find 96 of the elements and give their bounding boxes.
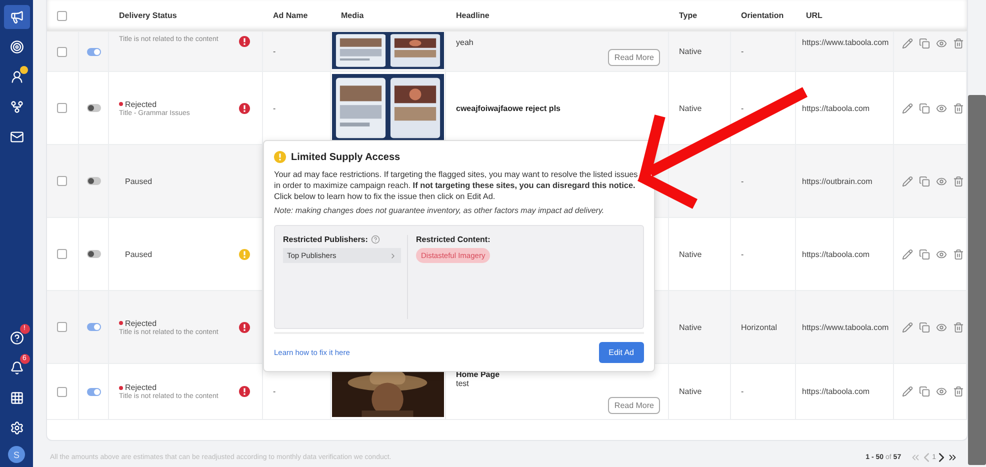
select-all-checkbox[interactable] <box>57 10 67 20</box>
eye-icon[interactable] <box>936 386 947 397</box>
copy-icon[interactable] <box>919 322 930 332</box>
copy-icon[interactable] <box>919 386 930 397</box>
status-text: Rejected <box>119 318 239 328</box>
eye-icon[interactable] <box>936 102 947 114</box>
table-cell-text: - <box>272 47 276 56</box>
copy-icon[interactable] <box>919 102 930 114</box>
popover-note: Note: making changes does not guarantee inventory, as other factors may impact ad delivery. <box>274 206 606 216</box>
edit-icon[interactable] <box>902 176 913 186</box>
headline-text: Home Page <box>456 370 501 379</box>
table-cell-text: Native <box>678 322 702 332</box>
mail-icon[interactable] <box>10 130 24 144</box>
trash-icon[interactable] <box>953 38 964 49</box>
row-checkbox[interactable] <box>57 46 67 56</box>
toggle-switch[interactable] <box>87 388 101 396</box>
warning-icon <box>274 151 286 163</box>
grid-icon[interactable] <box>10 391 24 405</box>
copy-icon[interactable] <box>919 248 930 260</box>
table-cell-text: - <box>740 250 744 258</box>
table-cell-text: Native <box>678 250 702 258</box>
toggle-switch[interactable] <box>87 177 101 185</box>
user-icon[interactable] <box>10 70 24 84</box>
read-more-button[interactable]: Read More <box>608 397 660 414</box>
user-avatar[interactable]: S <box>8 446 25 463</box>
headline-text: cweajfoiwajfaowe reject pls <box>456 104 562 113</box>
trash-icon[interactable] <box>953 322 964 332</box>
url-text: https://taboola.com <box>801 387 870 396</box>
branch-icon[interactable] <box>10 100 24 114</box>
eye-icon[interactable] <box>936 322 947 332</box>
trash-icon[interactable] <box>953 102 964 114</box>
read-more-button[interactable]: Read More <box>608 49 660 66</box>
copy-icon[interactable] <box>919 38 930 49</box>
popover-title: Limited Supply Access <box>291 152 400 162</box>
target-icon[interactable] <box>10 40 24 54</box>
url-text: https://taboola.com <box>801 250 870 258</box>
table-cell-text: - <box>272 104 276 112</box>
column-header: Delivery Status <box>118 11 178 20</box>
url-text: https://outbrain.com <box>801 176 872 186</box>
url-text: https://www.taboola.com <box>801 38 889 47</box>
sidebar-button[interactable] <box>4 5 30 29</box>
content-label: Restricted Content: <box>416 235 490 244</box>
next-page-button[interactable] <box>939 452 944 462</box>
status-text: Paused <box>124 250 154 258</box>
last-page-button[interactable] <box>947 452 958 462</box>
column-header: URL <box>805 11 824 20</box>
table-cell-text: Native <box>678 47 702 56</box>
description-text: test <box>456 379 470 388</box>
settings-icon[interactable] <box>10 421 24 435</box>
scrollbar-thumb[interactable] <box>968 95 986 465</box>
eye-icon[interactable] <box>936 176 947 186</box>
edit-icon[interactable] <box>902 102 913 114</box>
copy-icon[interactable] <box>919 176 930 186</box>
table-cell-text: - <box>740 387 744 396</box>
table-cell-text: - <box>740 104 744 112</box>
megaphone-icon[interactable] <box>10 10 24 24</box>
edit-ad-button[interactable]: Edit Ad <box>598 342 644 363</box>
column-header: Headline <box>455 11 490 20</box>
eye-icon[interactable] <box>936 38 947 49</box>
row-checkbox[interactable] <box>57 103 67 113</box>
table-cell-text: Native <box>678 104 702 112</box>
table-cell-text: - <box>272 387 276 396</box>
status-text: Rejected <box>119 100 239 108</box>
table-cell-text: Horizontal <box>740 322 778 332</box>
chevron-icon[interactable] <box>389 252 397 260</box>
row-checkbox[interactable] <box>57 386 67 396</box>
table-cell-text: Native <box>678 387 702 396</box>
edit-icon[interactable] <box>902 322 913 332</box>
publishers-label: Restricted Publishers: <box>283 235 368 244</box>
toggle-switch[interactable] <box>87 250 101 258</box>
eye-icon[interactable] <box>936 248 947 260</box>
table-cell-text: - <box>740 176 744 186</box>
row-checkbox[interactable] <box>57 322 67 332</box>
column-header: Orientation <box>740 11 785 20</box>
row-checkbox[interactable] <box>57 249 67 259</box>
url-text: https://taboola.com <box>801 104 870 112</box>
popover-text: Your ad may face restrictions. If targeting the flagged sites, you may want to resolve the listed issues in order to maximize campaign reach. If not targeting these sites, you can disregard this notice. Click below to learn how to fix the issue then click on Edit Ad. <box>274 169 639 202</box>
toggle-switch[interactable] <box>87 48 101 56</box>
column-header: Ad Name <box>272 11 309 20</box>
edit-icon[interactable] <box>902 38 913 49</box>
toggle-switch[interactable] <box>87 104 101 112</box>
status-text: Paused <box>124 176 154 186</box>
bell-icon[interactable] <box>10 361 24 375</box>
table-cell-text: - <box>740 47 744 56</box>
trash-icon[interactable] <box>953 176 964 186</box>
url-text: https://www.taboola.com <box>801 322 889 332</box>
trash-icon[interactable] <box>953 386 964 397</box>
column-header: Type <box>678 11 698 20</box>
edit-icon[interactable] <box>902 248 913 260</box>
headline-text: yeah <box>456 38 474 47</box>
status-text: Rejected <box>119 383 239 392</box>
trash-icon[interactable] <box>953 248 964 260</box>
row-checkbox[interactable] <box>57 176 67 186</box>
column-header: Media <box>340 11 365 20</box>
edit-icon[interactable] <box>902 386 913 397</box>
toggle-switch[interactable] <box>87 323 101 331</box>
